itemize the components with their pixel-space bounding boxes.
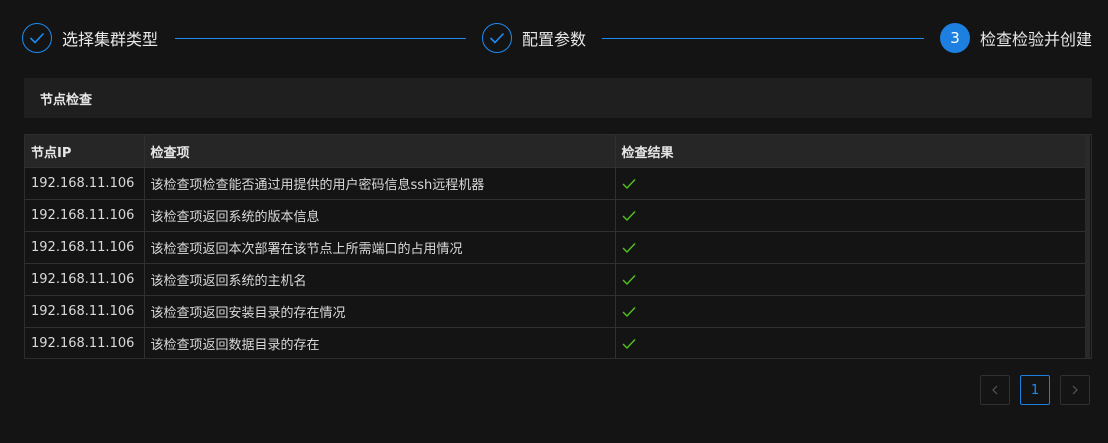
cell-check-result: [615, 263, 1086, 296]
table-row: 192.168.11.106 该检查项返回本次部署在该节点上所需端口的占用情况: [25, 231, 1086, 264]
cell-check-item: 该检查项返回本次部署在该节点上所需端口的占用情况: [144, 231, 616, 264]
step-connector: [602, 38, 924, 39]
check-icon: [622, 306, 636, 317]
cell-check-result: [615, 167, 1086, 200]
table-scrollbar[interactable]: [1085, 135, 1090, 358]
cell-check-item: 该检查项检查能否通过用提供的用户密码信息ssh远程机器: [144, 167, 616, 200]
check-icon: [622, 274, 636, 285]
table-row: 192.168.11.106 该检查项返回系统的主机名: [25, 263, 1086, 296]
column-header-node-ip: 节点IP: [25, 135, 145, 168]
step-title: 检查检验并创建: [980, 30, 1093, 49]
node-check-table: 节点IP 检查项 检查结果 192.168.11.106 该检查项检查能否通过用提…: [24, 134, 1092, 359]
step-number: 3: [940, 23, 970, 53]
table-row: 192.168.11.106 该检查项返回数据目录的存在: [25, 327, 1086, 358]
column-header-check-result: 检查结果: [615, 135, 1086, 168]
section-header: 节点检查: [24, 78, 1092, 118]
cell-node-ip: 192.168.11.106: [25, 263, 145, 296]
steps-bar: 选择集群类型 配置参数 3 检查检验并创建: [22, 22, 1094, 54]
column-header-check-item: 检查项: [144, 135, 616, 168]
check-icon: [622, 242, 636, 253]
cell-check-item: 该检查项返回安装目录的存在情况: [144, 295, 616, 328]
step-check-and-create: 3 检查检验并创建: [940, 22, 1092, 54]
next-page-button[interactable]: [1060, 375, 1090, 405]
cell-node-ip: 192.168.11.106: [25, 199, 145, 232]
cell-node-ip: 192.168.11.106: [25, 167, 145, 200]
table-row: 192.168.11.106 该检查项返回系统的版本信息: [25, 199, 1086, 232]
section-title: 节点检查: [40, 92, 93, 108]
check-icon: [622, 338, 636, 349]
cell-check-result: [615, 199, 1086, 232]
cell-check-item: 该检查项返回系统的主机名: [144, 263, 616, 296]
step-check-icon: [482, 23, 512, 53]
table-row: 192.168.11.106 该检查项返回安装目录的存在情况: [25, 295, 1086, 328]
cell-node-ip: 192.168.11.106: [25, 327, 145, 358]
step-title: 配置参数: [522, 30, 587, 49]
cell-check-item: 该检查项返回数据目录的存在: [144, 327, 616, 358]
check-icon: [622, 178, 636, 189]
cell-node-ip: 192.168.11.106: [25, 231, 145, 264]
step-select-cluster-type: 选择集群类型: [22, 22, 158, 54]
table-header-row: 节点IP 检查项 检查结果: [25, 135, 1086, 168]
page-1-button[interactable]: 1: [1020, 375, 1050, 405]
prev-page-button[interactable]: [980, 375, 1010, 405]
chevron-right-icon: [1072, 385, 1078, 395]
step-check-icon: [22, 23, 52, 53]
step-connector: [175, 38, 466, 39]
cell-check-item: 该检查项返回系统的版本信息: [144, 199, 616, 232]
step-config-params: 配置参数: [482, 22, 586, 54]
cell-node-ip: 192.168.11.106: [25, 295, 145, 328]
cell-check-result: [615, 231, 1086, 264]
cell-check-result: [615, 295, 1086, 328]
step-title: 选择集群类型: [62, 30, 159, 49]
chevron-left-icon: [992, 385, 998, 395]
cell-check-result: [615, 327, 1086, 358]
check-icon: [622, 210, 636, 221]
table-row: 192.168.11.106 该检查项检查能否通过用提供的用户密码信息ssh远程机…: [25, 167, 1086, 200]
